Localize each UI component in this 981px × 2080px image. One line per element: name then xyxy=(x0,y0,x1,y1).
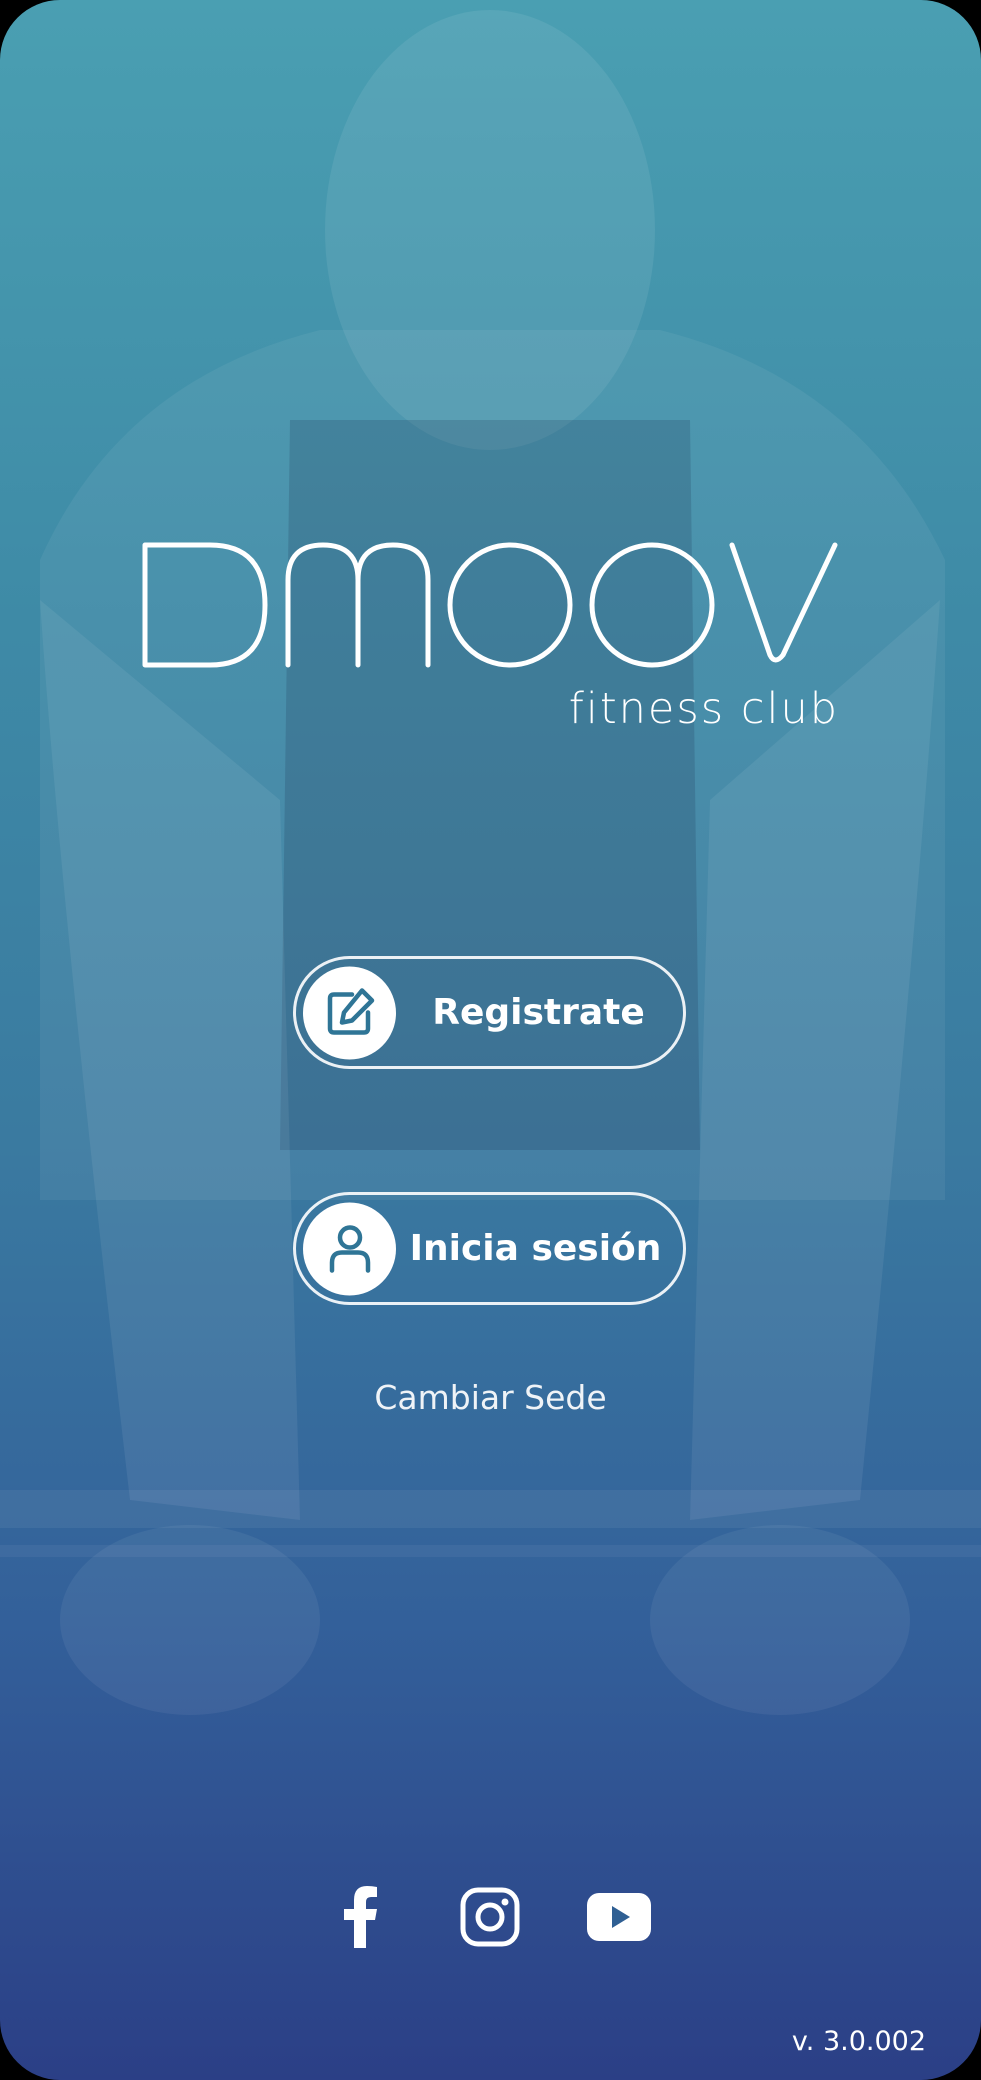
login-label: Inicia sesión xyxy=(409,1228,662,1269)
register-label: Registrate xyxy=(432,992,645,1033)
facebook-icon[interactable] xyxy=(335,1886,385,1948)
register-button[interactable]: Registrate xyxy=(293,956,686,1069)
instagram-icon[interactable] xyxy=(459,1886,521,1948)
logo-tagline: fitness club xyxy=(568,684,839,734)
login-button[interactable]: Inicia sesión xyxy=(293,1192,686,1305)
login-screen: fitness club Registrate Inicia sesión Ca… xyxy=(0,0,981,2080)
dmoov-logo xyxy=(142,542,838,668)
youtube-icon[interactable] xyxy=(587,1886,651,1948)
user-icon xyxy=(303,1202,396,1295)
edit-icon xyxy=(303,966,396,1059)
app-version: v. 3.0.002 xyxy=(791,2026,926,2057)
change-site-link[interactable]: Cambiar Sede xyxy=(0,1378,981,1417)
